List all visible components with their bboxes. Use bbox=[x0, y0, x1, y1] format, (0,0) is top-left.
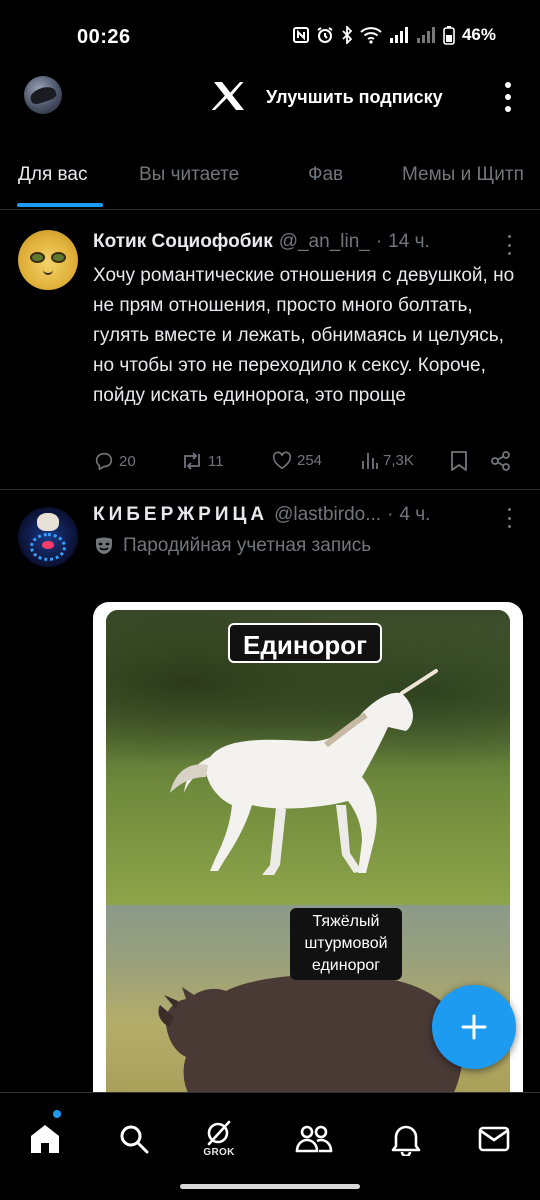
more-options-icon[interactable] bbox=[496, 82, 520, 112]
nav-communities[interactable] bbox=[292, 1117, 336, 1161]
share-button[interactable] bbox=[490, 450, 512, 472]
author-handle[interactable]: @lastbirdo... bbox=[274, 504, 381, 526]
repost-icon bbox=[184, 452, 200, 470]
bell-icon bbox=[391, 1125, 421, 1156]
author-name[interactable]: КИБЕРЖРИЦА bbox=[93, 504, 268, 526]
tweet-time[interactable]: 14 ч. bbox=[388, 231, 430, 253]
mail-icon bbox=[478, 1126, 510, 1152]
communities-icon bbox=[295, 1125, 333, 1153]
upgrade-subscription-button[interactable]: Улучшить подписку bbox=[266, 87, 443, 108]
rhino-figure bbox=[158, 974, 463, 1102]
compose-post-button[interactable] bbox=[432, 985, 516, 1069]
reply-count: 20 bbox=[119, 452, 136, 470]
plus-icon bbox=[461, 1014, 487, 1040]
x-logo-icon bbox=[212, 82, 244, 110]
separator-dot: · bbox=[375, 231, 383, 252]
bookmark-icon bbox=[451, 451, 467, 471]
bookmark-button[interactable] bbox=[450, 450, 468, 472]
views-icon bbox=[362, 453, 378, 469]
tab-for-you[interactable]: Для вас bbox=[18, 164, 87, 186]
separator-dot: · bbox=[387, 504, 394, 525]
rhino-caption-line2: штурмовой bbox=[304, 935, 388, 952]
tab-fav[interactable]: Фав bbox=[308, 164, 343, 186]
reply-icon bbox=[95, 452, 113, 471]
rhino-caption-line1: Тяжёлый bbox=[312, 913, 380, 930]
like-button[interactable]: 254 bbox=[271, 450, 322, 470]
rhino-caption: Тяжёлый штурмовой единорог bbox=[290, 908, 402, 980]
nav-home[interactable] bbox=[23, 1117, 67, 1161]
rhino-caption-line3: единорог bbox=[311, 957, 381, 974]
status-bar: 00:26 46% bbox=[0, 0, 540, 72]
grok-icon bbox=[207, 1120, 231, 1146]
heart-icon bbox=[272, 451, 292, 469]
tweet-text: Хочу романтические отношения с девушкой,… bbox=[93, 265, 515, 406]
theater-mask-icon bbox=[96, 537, 112, 554]
nav-messages[interactable] bbox=[472, 1117, 516, 1161]
unicorn-figure bbox=[170, 669, 438, 875]
author-avatar[interactable] bbox=[18, 507, 78, 567]
gesture-home-bar[interactable] bbox=[180, 1184, 360, 1189]
active-tab-indicator bbox=[17, 203, 103, 207]
battery-percent: 46% bbox=[461, 25, 496, 44]
author-avatar[interactable] bbox=[18, 230, 78, 290]
share-icon bbox=[491, 451, 510, 471]
nav-notifications[interactable] bbox=[384, 1117, 428, 1161]
tweet-header: КИБЕРЖРИЦА @lastbirdo... · 4 ч. bbox=[93, 504, 430, 526]
views-button[interactable]: 7,3K bbox=[361, 450, 414, 470]
like-count: 254 bbox=[297, 451, 323, 469]
grok-label: GROK bbox=[203, 1147, 235, 1158]
tab-memes[interactable]: Мемы и Щитп bbox=[402, 164, 524, 186]
parody-text: Пародийная учетная запись bbox=[123, 535, 372, 556]
unicorn-caption: Единорог bbox=[228, 623, 382, 663]
alarm-icon bbox=[316, 26, 334, 44]
top-header: Улучшить подписку bbox=[0, 72, 540, 122]
author-handle[interactable]: @_an_lin_ bbox=[279, 231, 370, 253]
battery-icon bbox=[443, 25, 455, 45]
signal-secondary-icon bbox=[416, 27, 436, 43]
bluetooth-icon bbox=[341, 26, 353, 44]
nfc-icon bbox=[292, 27, 309, 43]
status-time: 00:26 bbox=[77, 26, 131, 48]
tweet-time[interactable]: 4 ч. bbox=[399, 504, 430, 526]
repost-count: 11 bbox=[208, 452, 224, 470]
search-icon bbox=[120, 1125, 149, 1154]
wifi-icon bbox=[360, 26, 382, 44]
views-count: 7,3K bbox=[383, 451, 414, 469]
home-icon bbox=[31, 1125, 59, 1153]
tweet[interactable]: Котик Социофобик @_an_lin_ · 14 ч. Хочу … bbox=[0, 210, 540, 490]
tweet-menu-icon[interactable] bbox=[506, 508, 512, 528]
parody-account-label: Пародийная учетная запись bbox=[93, 535, 371, 557]
tweet-actions: 20 11 254 7,3K bbox=[93, 450, 518, 474]
reply-button[interactable]: 20 bbox=[93, 450, 136, 472]
nav-search[interactable] bbox=[112, 1117, 156, 1161]
tweet-header: Котик Социофобик @_an_lin_ · 14 ч. bbox=[93, 231, 430, 253]
signal-icon bbox=[389, 27, 409, 43]
timeline-tabs: Для вас Вы читаете Фав Мемы и Щитп bbox=[0, 140, 540, 210]
tweet-menu-icon[interactable] bbox=[506, 235, 512, 255]
tab-following[interactable]: Вы читаете bbox=[139, 164, 239, 186]
profile-avatar-button[interactable] bbox=[24, 76, 62, 114]
author-name[interactable]: Котик Социофобик bbox=[93, 231, 273, 253]
status-icons: 46% bbox=[292, 25, 496, 45]
nav-grok[interactable]: GROK bbox=[197, 1117, 241, 1161]
repost-button[interactable]: 11 bbox=[180, 450, 224, 472]
home-unread-dot bbox=[53, 1110, 61, 1118]
